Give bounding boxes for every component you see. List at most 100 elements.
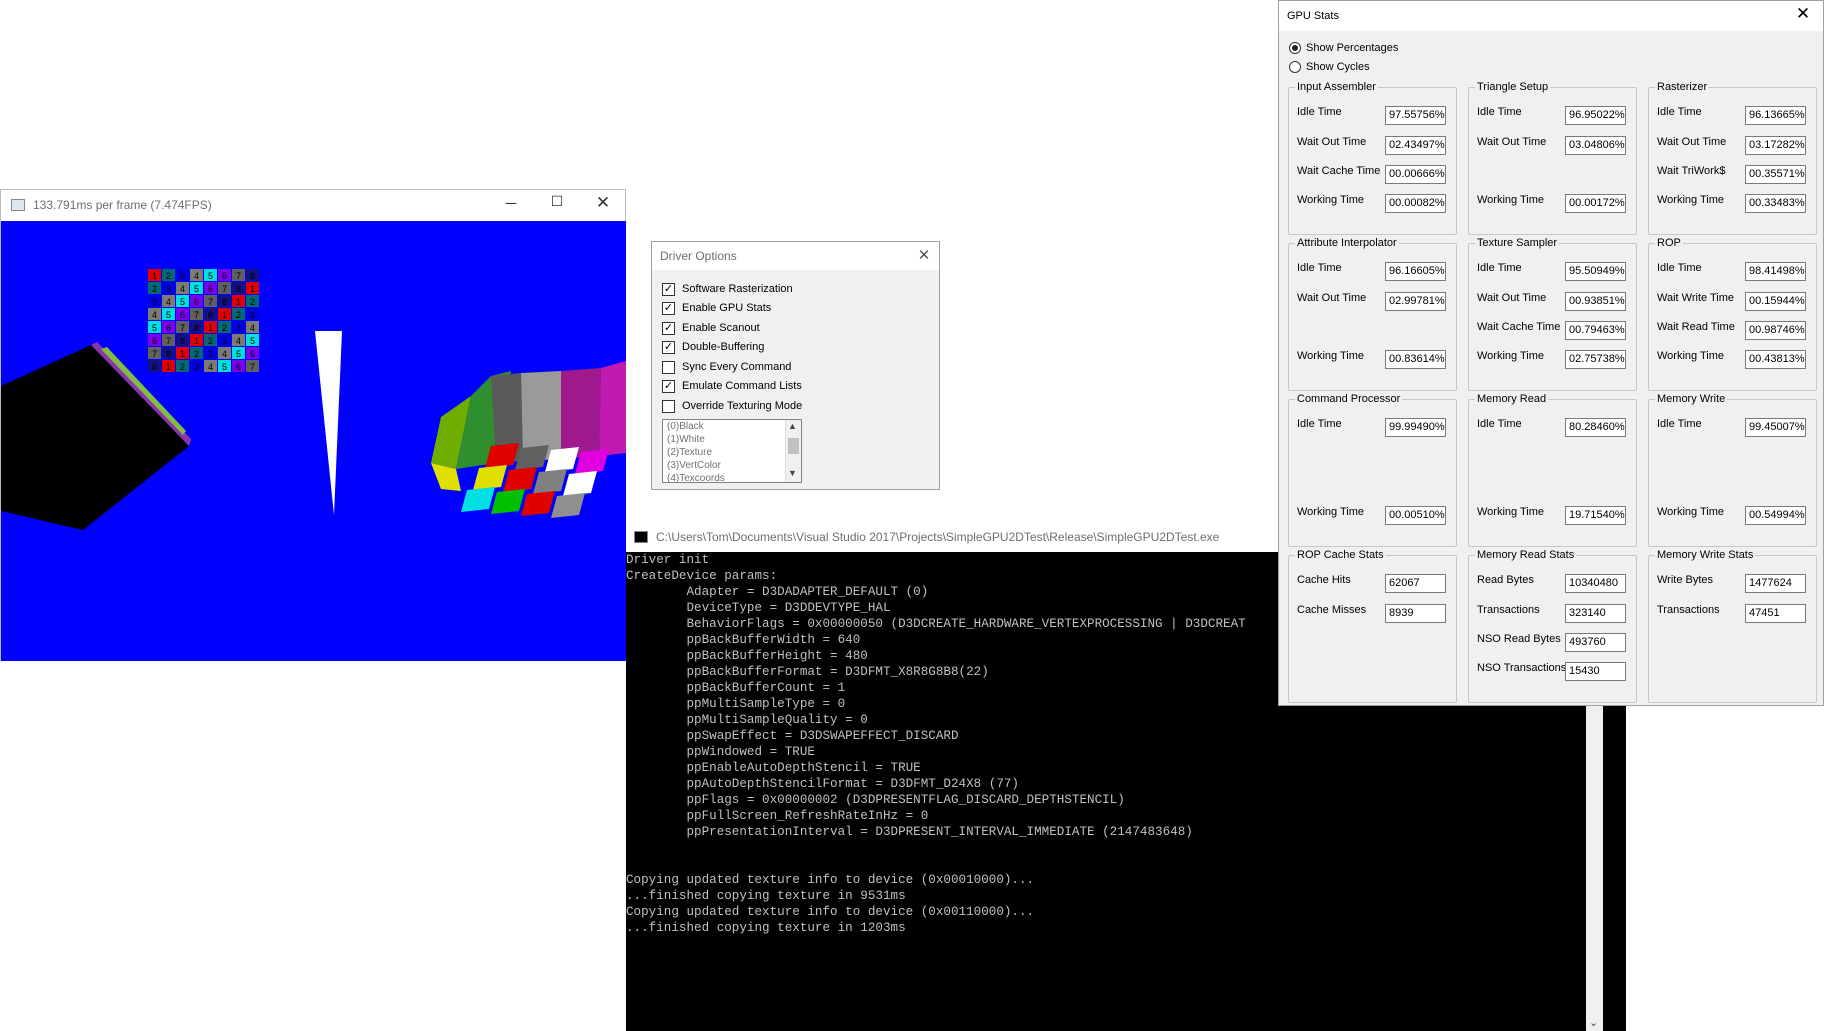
stat-value-field[interactable]: 95.50949%	[1565, 262, 1626, 281]
checker-cell-label: 8	[222, 297, 227, 307]
radio-show-percentages[interactable]: Show Percentages	[1289, 42, 1398, 54]
checker-cell-label: 2	[208, 336, 213, 346]
stat-value-field[interactable]: 323140	[1565, 604, 1626, 623]
stat-value-field[interactable]: 02.99781%	[1385, 292, 1446, 311]
listbox-item[interactable]: (3)VertColor	[663, 459, 801, 472]
stat-value-field[interactable]: 62067	[1385, 574, 1446, 593]
checkbox-option[interactable]: ✓ Enable Scanout	[662, 319, 760, 337]
render-canvas[interactable]: 1234567823456781345678124567812356781234…	[1, 221, 626, 661]
listbox-scrollbar[interactable]: ▲ ▼	[785, 420, 801, 482]
checker-cell-label: 5	[208, 271, 213, 281]
checker-cell-label: 7	[194, 310, 199, 320]
stat-value-field[interactable]: 99.99490%	[1385, 418, 1446, 437]
stat-value-field[interactable]: 00.35571%	[1745, 165, 1806, 184]
stat-group-title: ROP Cache Stats	[1295, 549, 1386, 561]
stat-label: NSO Transactions	[1477, 662, 1567, 674]
stat-label: Wait Out Time	[1297, 292, 1367, 304]
stat-value-field[interactable]: 00.79463%	[1565, 321, 1626, 340]
stat-value-field[interactable]: 15430	[1565, 662, 1626, 681]
gpu-stats-titlebar[interactable]: GPU Stats ✕	[1279, 1, 1823, 31]
scroll-up-icon[interactable]: ▲	[788, 421, 797, 431]
radio-label: Show Cycles	[1306, 61, 1370, 73]
checker-texture-quad: 1 2 3 4 5 6 7 82 3 4 5 6 7 8 13 4 5 6 7 8 1 24 5 6 7 8 1 2 35 6 7 8 1 2 3 4…	[148, 269, 259, 372]
checker-cell-label: 3	[208, 349, 213, 359]
checker-cell-label: 6	[152, 336, 157, 346]
stat-value-field[interactable]: 00.98746%	[1745, 321, 1806, 340]
listbox-item[interactable]: (4)Texcoords	[663, 472, 801, 482]
scroll-thumb[interactable]	[788, 438, 799, 454]
checker-cell-label: 5	[194, 284, 199, 294]
console-icon	[634, 531, 648, 543]
stat-value-field[interactable]: 96.16605%	[1385, 262, 1446, 281]
stat-label: Idle Time	[1297, 418, 1342, 430]
scroll-down-icon[interactable]: ▼	[788, 468, 797, 478]
close-icon[interactable]: ✕	[1793, 4, 1813, 24]
stat-value-field[interactable]: 00.43813%	[1745, 350, 1806, 369]
stat-value-field[interactable]: 03.17282%	[1745, 136, 1806, 155]
stat-value-field[interactable]: 00.00666%	[1385, 165, 1446, 184]
listbox-item[interactable]: (0)Black	[663, 420, 801, 433]
console-line: BehaviorFlags = 0x00000050 (D3DCREATE_HA…	[626, 617, 1246, 631]
stat-value-field[interactable]: 47451	[1745, 604, 1806, 623]
console-line: ppPresentationInterval = D3DPRESENT_INTE…	[626, 825, 1193, 839]
maximize-icon[interactable]: ☐	[547, 193, 567, 210]
stat-group: ROP Cache Stats Cache Hits 62067 Cache Miss…	[1288, 549, 1457, 703]
checkbox-option[interactable]: ✓ Emulate Command Lists	[662, 377, 802, 395]
stat-value-field[interactable]: 8939	[1385, 604, 1446, 623]
scroll-down-icon[interactable]: ⌄	[1589, 1016, 1598, 1029]
stat-value-field[interactable]: 10340480	[1565, 574, 1626, 593]
close-icon[interactable]: ✕	[914, 246, 934, 264]
stat-value-field[interactable]: 00.00510%	[1385, 506, 1446, 525]
scene-svg: 1 2 3 4 5 6 7 82 3 4 5 6 7 8 13 4 5 6 7 8 1 24 5 6 7 8 1 2 35 6 7 8 1 2 3 4…	[1, 269, 626, 530]
stat-value-field[interactable]: 98.41498%	[1745, 262, 1806, 281]
stat-label: Transactions	[1477, 604, 1540, 616]
radio-show-cycles[interactable]: Show Cycles	[1289, 61, 1370, 73]
minimize-icon[interactable]: ─	[501, 195, 521, 212]
stat-value-field[interactable]: 00.33483%	[1745, 194, 1806, 213]
stat-value-field[interactable]: 02.75738%	[1565, 350, 1626, 369]
checkbox-option[interactable]: ✓ Software Rasterization	[662, 280, 793, 298]
checkbox-option[interactable]: ✓ Enable GPU Stats	[662, 299, 771, 317]
stat-value-field[interactable]: 19.71540%	[1565, 506, 1626, 525]
stat-group: Attribute Interpolator Idle Time 96.16605%…	[1288, 237, 1457, 391]
stat-value-field[interactable]: 96.95022%	[1565, 106, 1626, 125]
stat-value-field[interactable]: 00.83614%	[1385, 350, 1446, 369]
checker-cell-label: 8	[208, 310, 213, 320]
close-icon[interactable]: ✕	[593, 193, 613, 213]
checkbox-option[interactable]: ✓ Double-Buffering	[662, 338, 764, 356]
console-scrollbar[interactable]: ⌄	[1586, 700, 1603, 1031]
stat-value-field[interactable]: 00.00082%	[1385, 194, 1446, 213]
stat-value-field[interactable]: 493760	[1565, 633, 1626, 652]
stat-value-field[interactable]: 00.54994%	[1745, 506, 1806, 525]
stat-row: Transactions 47451	[1649, 604, 1816, 626]
stat-value-field[interactable]: 02.43497%	[1385, 136, 1446, 155]
driver-options-titlebar[interactable]: Driver Options ✕	[652, 242, 939, 270]
stat-value-field[interactable]: 99.45007%	[1745, 418, 1806, 437]
stat-label: Transactions	[1657, 604, 1720, 616]
app-icon	[11, 199, 25, 211]
checker-cell-label: 8	[166, 349, 171, 359]
stat-value-field[interactable]: 00.93851%	[1565, 292, 1626, 311]
stat-value-field[interactable]: 97.55756%	[1385, 106, 1446, 125]
render-window-titlebar[interactable]: 133.791ms per frame (7.474FPS) ─ ☐ ✕	[1, 190, 625, 220]
stat-label: Wait Read Time	[1657, 321, 1735, 333]
console-output[interactable]: Driver init CreateDevice params: Adapter …	[626, 552, 1246, 936]
render-window: 133.791ms per frame (7.474FPS) ─ ☐ ✕ 123…	[0, 189, 626, 661]
listbox-item[interactable]: (1)White	[663, 433, 801, 446]
stat-value-field[interactable]: 1477624	[1745, 574, 1806, 593]
stat-value-field[interactable]: 00.00172%	[1565, 194, 1626, 213]
listbox-item[interactable]: (2)Texture	[663, 446, 801, 459]
console-title: C:\Users\Tom\Documents\Visual Studio 201…	[656, 530, 1220, 544]
checkbox-option[interactable]: Sync Every Command	[662, 358, 791, 376]
stat-row: Idle Time 99.45007%	[1649, 418, 1816, 440]
stat-label: Working Time	[1477, 194, 1545, 206]
stat-value-field[interactable]: 96.13665%	[1745, 106, 1806, 125]
stat-value-field[interactable]: 03.04806%	[1565, 136, 1626, 155]
checkbox-option[interactable]: Override Texturing Mode	[662, 397, 802, 415]
checkbox-label: Override Texturing Mode	[682, 400, 803, 412]
stat-value-field[interactable]: 80.28460%	[1565, 418, 1626, 437]
texturing-mode-listbox[interactable]: (0)Black (1)White (2)Texture (3)VertColor (4…	[662, 419, 802, 483]
checker-cell-label: 4	[208, 362, 213, 372]
stat-value-field[interactable]: 00.15944%	[1745, 292, 1806, 311]
stat-label: Wait Out Time	[1297, 136, 1367, 148]
